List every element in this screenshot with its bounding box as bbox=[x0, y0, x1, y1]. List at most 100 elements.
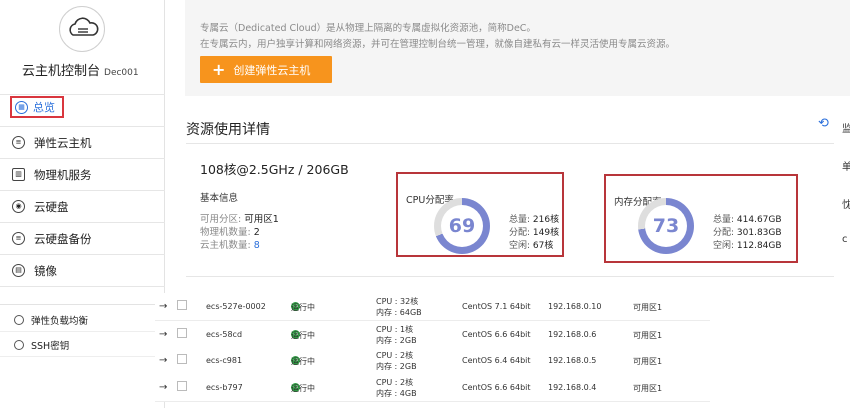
instance-cpu: CPU : 2核 bbox=[376, 378, 414, 387]
status-label: 运行中 bbox=[291, 384, 315, 393]
key-icon bbox=[14, 339, 24, 350]
instance-name[interactable]: ecs-527e-0002 bbox=[206, 302, 266, 311]
instance-ip: 192.168.0.4 bbox=[548, 383, 597, 392]
table-row[interactable]: → ecs-527e-0002 → 运行中 CPU : 32核 内存 : 64GB… bbox=[155, 293, 710, 321]
instance-ip: 192.168.0.6 bbox=[548, 330, 597, 339]
image-icon: ▤ bbox=[12, 264, 25, 277]
sidebar-item-ecs[interactable]: ≡ 弹性云主机 bbox=[0, 126, 165, 158]
info-description-1: 专属云（Dedicated Cloud）是从物理上隔离的专属虚拟化资源池，简称D… bbox=[200, 23, 536, 34]
table-row[interactable]: → ecs-b797 → 运行中 CPU : 2核 内存 : 4GB CentOS… bbox=[155, 374, 710, 402]
load-balancer-icon bbox=[14, 314, 24, 325]
alloc-value: 414.67GB bbox=[736, 215, 782, 225]
refresh-icon[interactable]: ⟲ bbox=[818, 117, 832, 131]
sidebar-item-bms[interactable]: ▥ 物理机服务 bbox=[0, 158, 165, 190]
instance-memory: 内存 : 64GB bbox=[376, 308, 422, 317]
alloc-label: 分配: bbox=[713, 228, 737, 238]
sidebar-item-label: 云硬盘备份 bbox=[34, 231, 92, 246]
instance-zone: 可用区1 bbox=[633, 384, 663, 393]
memory-total: 总量: 414.67GB bbox=[713, 212, 782, 225]
cpu-allocated: 分配: 149核 bbox=[509, 225, 559, 238]
row-checkbox[interactable] bbox=[177, 300, 187, 310]
alloc-value: 216核 bbox=[532, 215, 560, 225]
instance-cpu: CPU : 1核 bbox=[376, 325, 414, 334]
sidebar-item-ims[interactable]: ▤ 镜像 bbox=[0, 254, 165, 286]
instance-os: CentOS 6.4 64bit bbox=[462, 356, 531, 365]
disk-icon: ◉ bbox=[12, 200, 25, 213]
create-ecs-label: 创建弹性云主机 bbox=[233, 63, 311, 77]
sidebar-item-ssh[interactable]: SSH密钥 bbox=[0, 333, 160, 357]
backup-icon: ≡ bbox=[12, 232, 25, 245]
sidebar-item-label: 弹性云主机 bbox=[34, 135, 92, 150]
sidebar-item-elb[interactable]: 弹性负载均衡 bbox=[0, 308, 160, 332]
cpu-gauge-value: 69 bbox=[441, 205, 483, 247]
info-description-2: 在专属云内，用户独享计算和网络资源，并可在管理控制台统一管理，就像自建私有云一样… bbox=[200, 39, 676, 50]
create-ecs-button[interactable]: + 创建弹性云主机 bbox=[200, 56, 332, 83]
sidebar-item-evs[interactable]: ◉ 云硬盘 bbox=[0, 190, 165, 222]
alloc-value: 112.84GB bbox=[736, 241, 782, 251]
sidebar-item-label: 弹性负载均衡 bbox=[31, 315, 89, 327]
memory-free: 空闲: 112.84GB bbox=[713, 238, 782, 251]
instance-zone: 可用区1 bbox=[633, 303, 663, 312]
memory-gauge-value: 73 bbox=[645, 205, 687, 247]
instance-zone: 可用区1 bbox=[633, 331, 663, 340]
console-title: 云主机控制台 Dec001 bbox=[22, 60, 139, 79]
basic-info-vms: 云主机数量: 8 bbox=[200, 237, 260, 251]
instance-name[interactable]: ecs-58cd bbox=[206, 330, 242, 339]
right-panel-edge: 监 单 忱 c bbox=[838, 96, 850, 296]
server-icon: ≡ bbox=[12, 136, 25, 149]
grid-icon: ▦ bbox=[15, 100, 28, 114]
console-id: Dec001 bbox=[104, 68, 139, 78]
alloc-label: 总量: bbox=[509, 215, 533, 225]
sidebar-item-vbs[interactable]: ≡ 云硬盘备份 bbox=[0, 222, 165, 254]
alloc-label: 总量: bbox=[713, 215, 737, 225]
instance-os: CentOS 6.6 64bit bbox=[462, 330, 531, 339]
basic-info-title: 基本信息 bbox=[200, 193, 239, 204]
instance-memory: 内存 : 4GB bbox=[376, 389, 417, 398]
instance-ip: 192.168.0.5 bbox=[548, 356, 597, 365]
row-checkbox[interactable] bbox=[177, 328, 187, 338]
sidebar-item-label: SSH密钥 bbox=[31, 340, 70, 352]
sidebar-subpanel: 弹性负载均衡 SSH密钥 bbox=[0, 304, 160, 408]
cpu-allocation-card: CPU分配率 69 总量: 216核 分配: 149核 空闲: 67核 bbox=[396, 172, 564, 257]
expand-arrow-icon[interactable]: → bbox=[159, 382, 167, 393]
instance-name[interactable]: ecs-c981 bbox=[206, 356, 242, 365]
right-strip-text: 监 bbox=[842, 124, 850, 135]
right-strip-text: 单 bbox=[842, 162, 850, 173]
instance-name[interactable]: ecs-b797 bbox=[206, 383, 243, 392]
row-checkbox[interactable] bbox=[177, 354, 187, 364]
memory-allocation-card: 内存分配率 73 总量: 414.67GB 分配: 301.83GB 空闲: 1… bbox=[604, 174, 798, 263]
sidebar-item-label: 总览 bbox=[33, 101, 55, 114]
divider bbox=[186, 276, 834, 277]
cpu-gauge: 69 bbox=[434, 198, 490, 254]
right-strip-text: c bbox=[842, 234, 848, 245]
vm-count-link[interactable]: 8 bbox=[254, 240, 260, 251]
resource-spec: 108核@2.5GHz / 206GB bbox=[200, 162, 349, 177]
alloc-value: 149核 bbox=[532, 228, 560, 238]
sidebar-item-overview[interactable]: ▦ 总览 bbox=[10, 96, 64, 118]
instance-os: CentOS 7.1 64bit bbox=[462, 302, 531, 311]
alloc-value: 67核 bbox=[532, 241, 554, 251]
basic-info-label: 云主机数量: bbox=[200, 240, 254, 251]
divider bbox=[186, 143, 834, 144]
cloud-logo-icon bbox=[59, 6, 105, 52]
status-label: 运行中 bbox=[291, 303, 315, 312]
section-title: 资源使用详情 bbox=[186, 122, 270, 138]
basic-info-hosts: 物理机数量: 2 bbox=[200, 224, 260, 238]
alloc-value: 301.83GB bbox=[736, 228, 782, 238]
table-row[interactable]: → ecs-58cd → 运行中 CPU : 1核 内存 : 2GB CentOS… bbox=[155, 321, 710, 349]
instance-cpu: CPU : 2核 bbox=[376, 351, 414, 360]
instance-os: CentOS 6.6 64bit bbox=[462, 383, 531, 392]
expand-arrow-icon[interactable]: → bbox=[159, 329, 167, 340]
cpu-total: 总量: 216核 bbox=[509, 212, 559, 225]
expand-arrow-icon[interactable]: → bbox=[159, 301, 167, 312]
memory-allocated: 分配: 301.83GB bbox=[713, 225, 782, 238]
instance-memory: 内存 : 2GB bbox=[376, 362, 417, 371]
sidebar-item-label: 物理机服务 bbox=[34, 167, 92, 182]
instance-ip: 192.168.0.10 bbox=[548, 302, 602, 311]
row-checkbox[interactable] bbox=[177, 381, 187, 391]
expand-arrow-icon[interactable]: → bbox=[159, 355, 167, 366]
table-row[interactable]: → ecs-c981 → 运行中 CPU : 2核 内存 : 2GB CentOS… bbox=[155, 347, 710, 375]
alloc-label: 空闲: bbox=[713, 241, 737, 251]
console-title-text: 云主机控制台 bbox=[22, 64, 101, 79]
instance-cpu: CPU : 32核 bbox=[376, 297, 419, 306]
